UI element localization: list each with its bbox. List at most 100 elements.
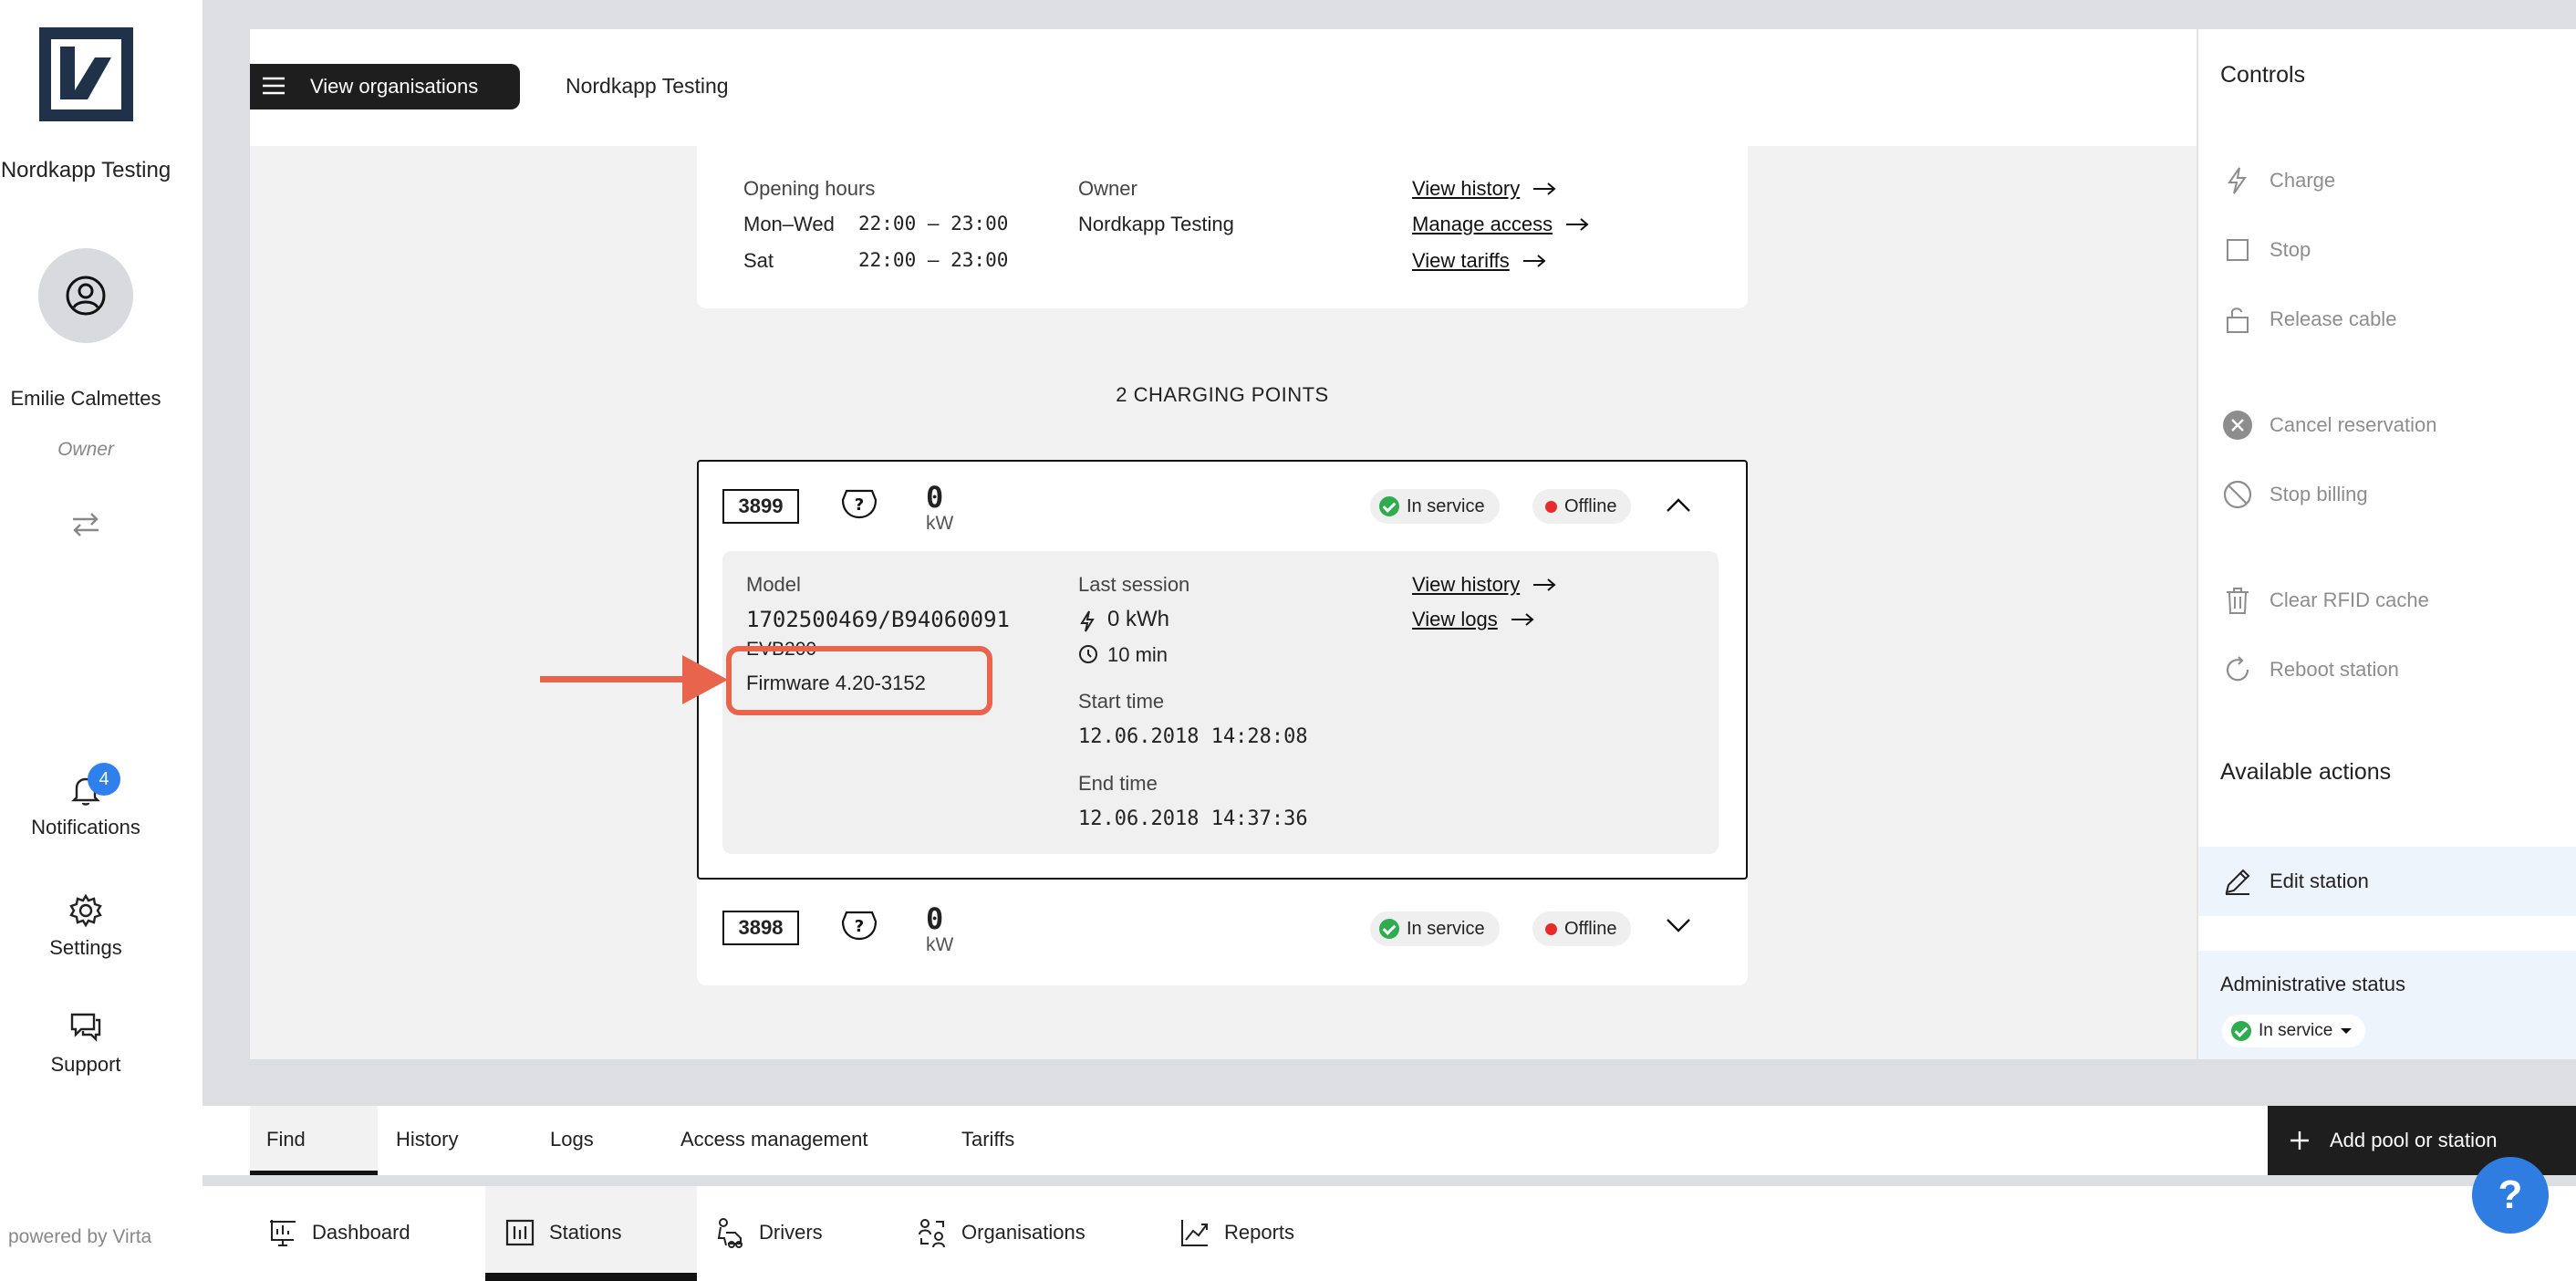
service-status-badge: In service — [1370, 911, 1500, 946]
lightning-icon — [2228, 167, 2247, 194]
opening-hours-label: Opening hours — [743, 177, 876, 200]
tab-logs[interactable]: Logs — [550, 1128, 594, 1151]
end-time-label: End time — [1078, 772, 1158, 795]
offline-dot-icon — [1545, 500, 1557, 513]
power-value: 0 — [926, 901, 944, 936]
model-value: 1702500469/B94060091 — [746, 607, 1010, 632]
end-time-value: 12.06.2018 14:37:36 — [1078, 807, 1308, 830]
refresh-icon — [2226, 656, 2249, 682]
annotation-arrow-shaft — [540, 676, 693, 682]
stations-icon — [505, 1219, 535, 1246]
reports-chart-icon — [1181, 1220, 1208, 1246]
last-session-label: Last session — [1078, 573, 1190, 596]
help-button[interactable]: ? — [2472, 1157, 2549, 1234]
nav-organisations[interactable]: Organisations — [916, 1210, 1085, 1255]
arrow-right-icon — [1522, 255, 1546, 267]
cp-view-logs-link[interactable]: View logs — [1412, 608, 1534, 631]
arrow-right-icon — [1533, 578, 1556, 591]
sidebar: Nordkapp Testing Emilie Calmettes Owner … — [0, 0, 203, 1281]
powered-by: powered by Virta — [8, 1226, 152, 1247]
administrative-status-dropdown[interactable]: In service — [2222, 1015, 2366, 1047]
nav-reports[interactable]: Reports — [1179, 1210, 1294, 1255]
release-cable-button[interactable]: Release cable — [2222, 301, 2550, 338]
plus-icon — [2290, 1131, 2309, 1150]
prohibited-icon — [2223, 480, 2252, 509]
organisations-icon — [919, 1219, 945, 1248]
check-icon — [1379, 919, 1399, 939]
controls-title: Controls — [2220, 62, 2306, 88]
view-organisations-label: View organisations — [310, 75, 479, 98]
view-organisations-button[interactable]: View organisations — [250, 64, 520, 109]
charging-point-id: 3898 — [722, 911, 799, 945]
user-icon — [66, 276, 106, 316]
menu-icon — [263, 77, 285, 95]
nav-dashboard[interactable]: Dashboard — [266, 1210, 410, 1255]
tab-history[interactable]: History — [396, 1128, 458, 1151]
user-name: Emilie Calmettes — [10, 387, 161, 410]
nav-drivers[interactable]: Drivers — [713, 1210, 823, 1255]
stop-square-icon — [2227, 239, 2249, 261]
tab-tariffs[interactable]: Tariffs — [961, 1128, 1014, 1151]
settings-button[interactable]: Settings — [0, 892, 171, 960]
settings-label: Settings — [49, 936, 122, 959]
annotation-highlight-box — [726, 646, 992, 715]
tab-access-management[interactable]: Access management — [680, 1128, 867, 1151]
notifications-label: Notifications — [31, 816, 140, 838]
view-tariffs-link[interactable]: View tariffs — [1412, 249, 1546, 273]
nav-stations[interactable]: Stations — [504, 1210, 622, 1255]
clear-rfid-cache-button[interactable]: Clear RFID cache — [2222, 582, 2550, 619]
connector-unknown-icon: ? — [841, 489, 878, 519]
edit-station-button[interactable]: Edit station — [2198, 847, 2576, 916]
stop-button[interactable]: Stop — [2222, 232, 2550, 268]
arrow-right-icon — [1566, 218, 1589, 231]
power-unit: kW — [926, 513, 954, 534]
manage-access-link[interactable]: Manage access — [1412, 213, 1589, 236]
hours-time: 22:00 – 23:00 — [858, 213, 1009, 234]
owner-value: Nordkapp Testing — [1078, 213, 1234, 235]
driver-icon — [717, 1218, 743, 1248]
user-role: Owner — [57, 439, 114, 460]
chevron-down-icon[interactable] — [1666, 916, 1691, 934]
avatar[interactable] — [38, 248, 133, 343]
divider-strip — [203, 1175, 2576, 1186]
notifications-badge: 4 — [88, 763, 120, 796]
stop-billing-button[interactable]: Stop billing — [2222, 476, 2550, 513]
org-name: Nordkapp Testing — [0, 158, 171, 182]
session-duration: 10 min — [1107, 643, 1169, 666]
start-time-label: Start time — [1078, 690, 1165, 713]
notifications-button[interactable]: Notifications — [0, 772, 171, 839]
chevron-up-icon[interactable] — [1666, 496, 1691, 515]
connection-status-badge: Offline — [1532, 489, 1632, 524]
session-energy: 0 kWh — [1107, 607, 1170, 631]
unlock-icon — [2227, 307, 2249, 333]
caret-down-icon — [2341, 1028, 2353, 1034]
switch-account-icon[interactable] — [69, 511, 102, 538]
virta-logo[interactable] — [39, 27, 133, 121]
arrow-right-icon — [1511, 613, 1534, 626]
model-label: Model — [746, 573, 801, 596]
view-history-link[interactable]: View history — [1412, 177, 1556, 201]
charge-button[interactable]: Charge — [2222, 162, 2550, 199]
support-button[interactable]: Support — [0, 1009, 171, 1077]
top-bar — [250, 29, 2197, 146]
administrative-status-label: Administrative status — [2220, 973, 2405, 995]
connection-status-badge: Offline — [1532, 911, 1632, 946]
power-value: 0 — [926, 480, 944, 515]
breadcrumb[interactable]: Nordkapp Testing — [566, 74, 729, 99]
annotation-arrow-head — [682, 655, 728, 704]
arrow-right-icon — [1533, 182, 1556, 195]
lightning-icon — [1080, 610, 1095, 632]
reboot-station-button[interactable]: Reboot station — [2222, 651, 2550, 688]
clock-icon — [1079, 645, 1097, 663]
start-time-value: 12.06.2018 14:28:08 — [1078, 725, 1308, 748]
trash-icon — [2227, 588, 2249, 614]
cp-view-history-link[interactable]: View history — [1412, 573, 1556, 597]
cancel-circle-icon — [2223, 411, 2252, 440]
cancel-reservation-button[interactable]: Cancel reservation — [2222, 407, 2550, 443]
pencil-icon — [2225, 869, 2250, 895]
charging-points-title: 2 CHARGING POINTS — [1116, 383, 1329, 406]
hours-time: 22:00 – 23:00 — [858, 249, 1009, 271]
charging-point-id: 3899 — [722, 489, 799, 524]
support-label: Support — [50, 1053, 121, 1076]
tab-find[interactable]: Find — [266, 1128, 306, 1151]
